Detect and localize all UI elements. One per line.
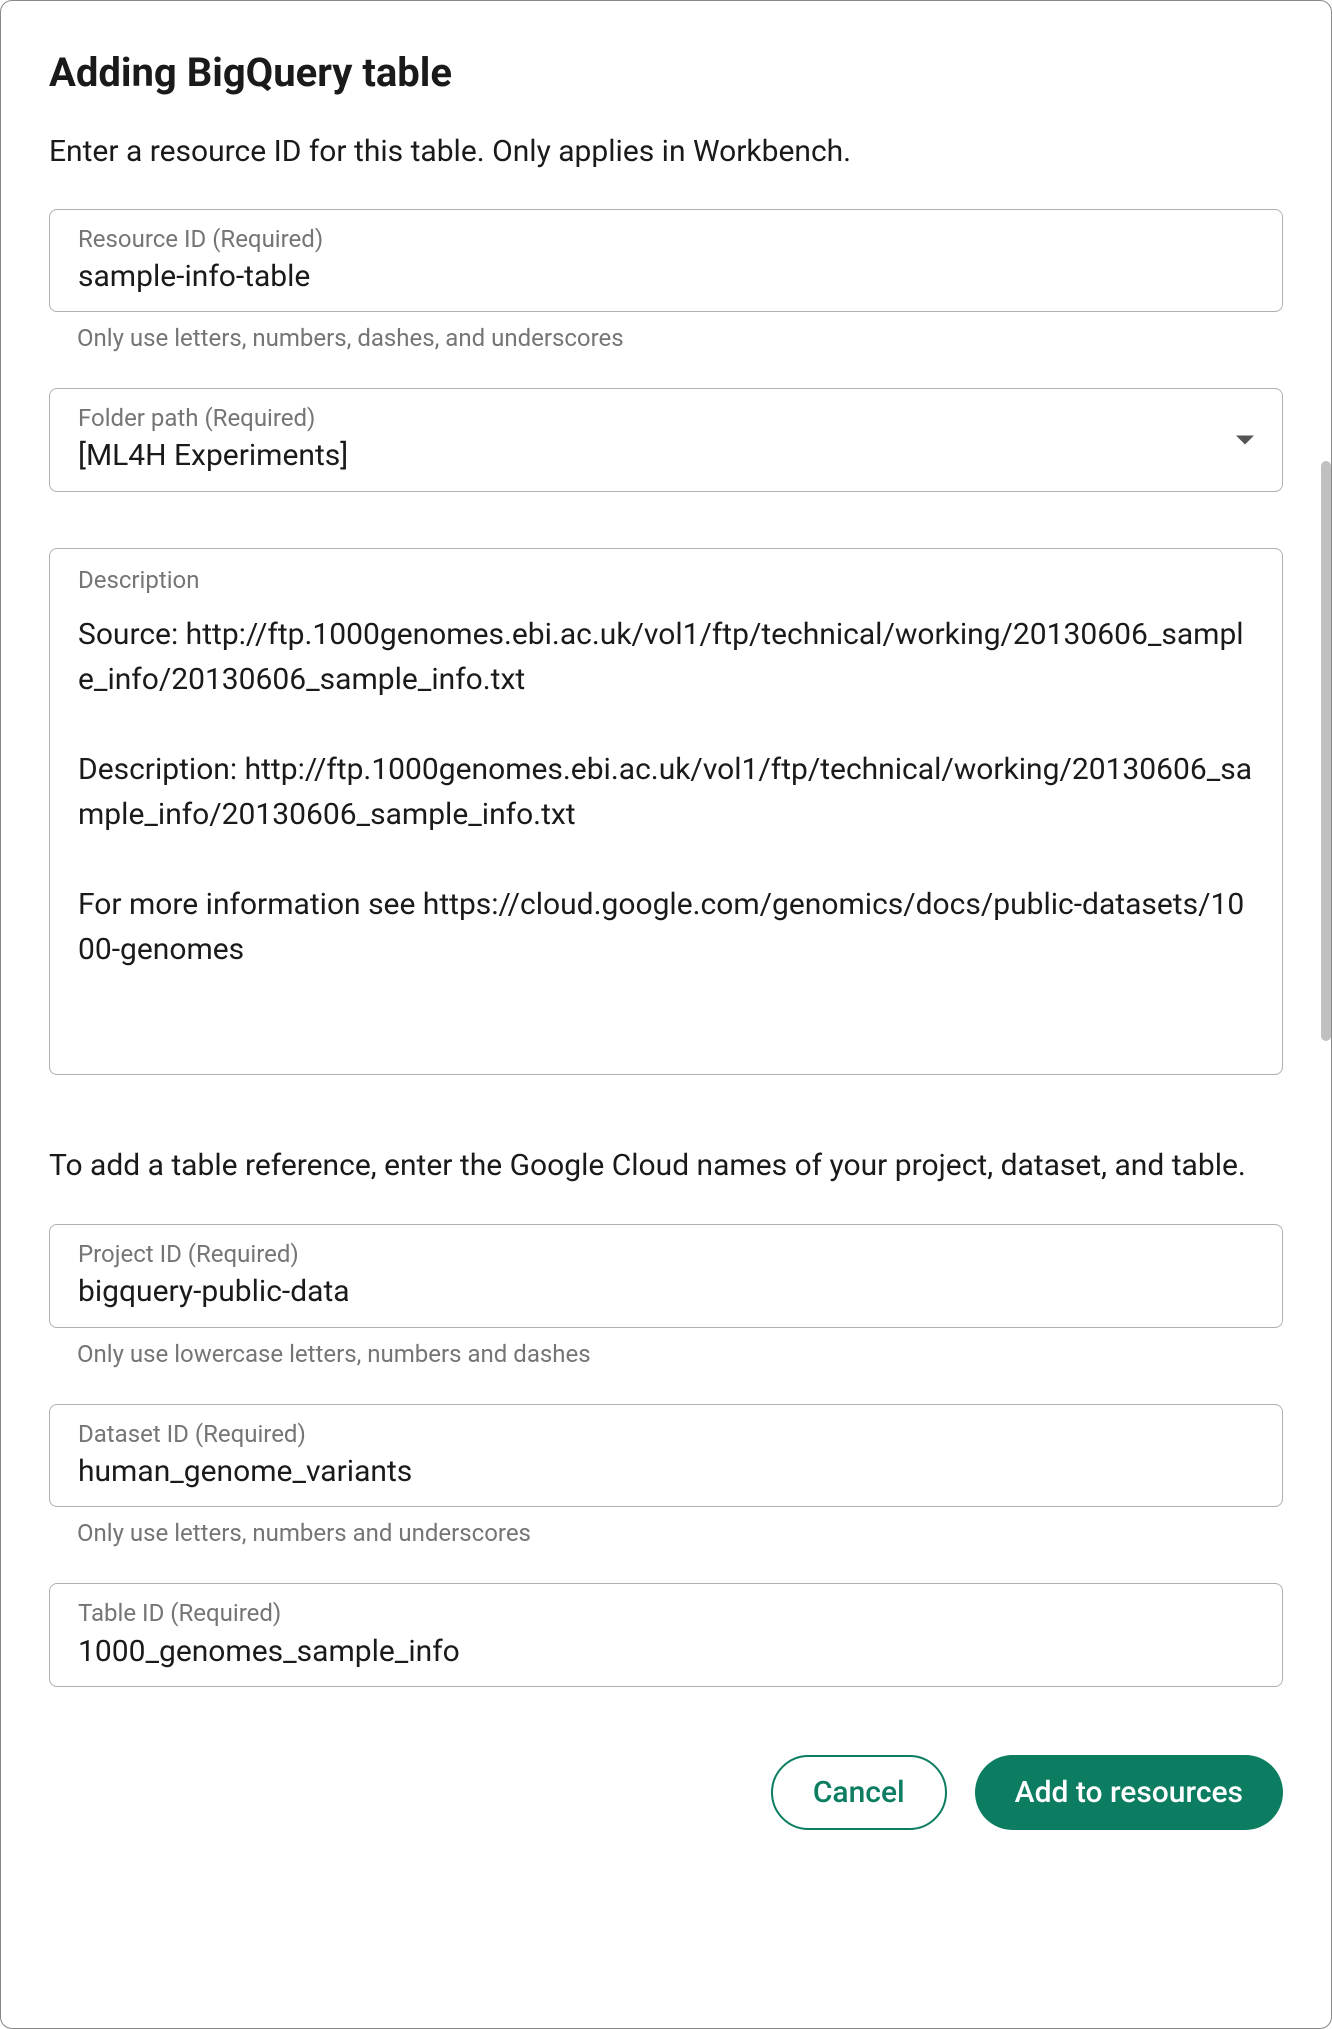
dataset-id-input[interactable] bbox=[78, 1452, 1254, 1493]
resource-id-field-group: Resource ID (Required) Only use letters,… bbox=[49, 209, 1283, 353]
add-bigquery-table-dialog: Adding BigQuery table Enter a resource I… bbox=[0, 0, 1332, 2029]
folder-path-select[interactable]: Folder path (Required) [ML4H Experiments… bbox=[49, 388, 1283, 492]
resource-id-label: Resource ID (Required) bbox=[78, 224, 1254, 255]
folder-path-field-group: Folder path (Required) [ML4H Experiments… bbox=[49, 388, 1283, 492]
project-id-input[interactable] bbox=[78, 1272, 1254, 1313]
table-reference-note: To add a table reference, enter the Goog… bbox=[49, 1143, 1283, 1188]
dataset-id-field-group: Dataset ID (Required) Only use letters, … bbox=[49, 1404, 1283, 1548]
description-textarea[interactable]: Source: http://ftp.1000genomes.ebi.ac.uk… bbox=[78, 612, 1254, 1052]
table-id-input[interactable] bbox=[78, 1632, 1254, 1673]
scrollbar[interactable] bbox=[1321, 461, 1331, 1041]
project-id-input-wrapper[interactable]: Project ID (Required) bbox=[49, 1224, 1283, 1328]
table-id-label: Table ID (Required) bbox=[78, 1598, 1254, 1629]
dialog-title: Adding BigQuery table bbox=[49, 49, 1283, 96]
table-id-field-group: Table ID (Required) bbox=[49, 1583, 1283, 1687]
dataset-id-helper: Only use letters, numbers and underscore… bbox=[49, 1519, 1283, 1547]
description-label: Description bbox=[78, 565, 1254, 596]
resource-id-input-wrapper[interactable]: Resource ID (Required) bbox=[49, 209, 1283, 313]
resource-id-helper: Only use letters, numbers, dashes, and u… bbox=[49, 324, 1283, 352]
description-field-group: Description Source: http://ftp.1000genom… bbox=[49, 548, 1283, 1075]
folder-path-label: Folder path (Required) bbox=[78, 403, 1222, 434]
dataset-id-input-wrapper[interactable]: Dataset ID (Required) bbox=[49, 1404, 1283, 1508]
project-id-field-group: Project ID (Required) Only use lowercase… bbox=[49, 1224, 1283, 1368]
dialog-subtitle: Enter a resource ID for this table. Only… bbox=[49, 132, 1283, 173]
cancel-button[interactable]: Cancel bbox=[771, 1755, 947, 1830]
dialog-button-row: Cancel Add to resources bbox=[49, 1755, 1283, 1830]
resource-id-input[interactable] bbox=[78, 257, 1254, 298]
project-id-label: Project ID (Required) bbox=[78, 1239, 1254, 1270]
folder-path-value: [ML4H Experiments] bbox=[78, 436, 1222, 477]
dataset-id-label: Dataset ID (Required) bbox=[78, 1419, 1254, 1450]
table-id-input-wrapper[interactable]: Table ID (Required) bbox=[49, 1583, 1283, 1687]
chevron-down-icon bbox=[1236, 436, 1254, 445]
add-to-resources-button[interactable]: Add to resources bbox=[975, 1755, 1283, 1830]
description-textarea-wrapper[interactable]: Description Source: http://ftp.1000genom… bbox=[49, 548, 1283, 1075]
project-id-helper: Only use lowercase letters, numbers and … bbox=[49, 1340, 1283, 1368]
